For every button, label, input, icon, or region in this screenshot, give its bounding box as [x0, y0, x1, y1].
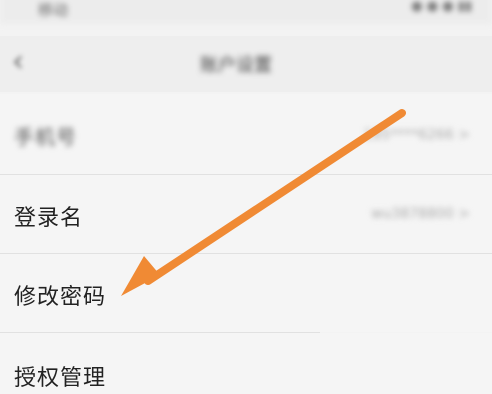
row-login-name-value: wu3878800 >	[371, 206, 470, 222]
status-icons: ● ● ● ▮▮	[411, 0, 472, 14]
page-title: 账户设置	[200, 55, 272, 76]
back-chevron-icon[interactable]: ‹	[12, 44, 24, 79]
row-phone-label: 手机号	[14, 125, 77, 149]
row-authorization-label: 授权管理	[14, 366, 107, 391]
row-phone[interactable]: 手机号 185****6266 >	[0, 94, 492, 174]
row-phone-value: 185****6266 >	[363, 127, 470, 143]
row-authorization[interactable]: 授权管理	[0, 333, 492, 394]
screen: 移动 ● ● ● ▮▮ ‹ 账户设置 手机号 185****6266 > 登录名…	[0, 0, 492, 394]
status-bar: 移动 ● ● ● ▮▮	[0, 0, 492, 24]
row-login-name-label: 登录名	[14, 206, 84, 231]
row-login-name[interactable]: 登录名 wu3878800 >	[0, 175, 492, 253]
carrier-label: 移动	[38, 1, 69, 19]
nav-bar: ‹ 账户设置	[0, 36, 492, 92]
row-change-password-label: 修改密码	[14, 285, 107, 310]
row-change-password[interactable]: 修改密码	[0, 254, 492, 332]
